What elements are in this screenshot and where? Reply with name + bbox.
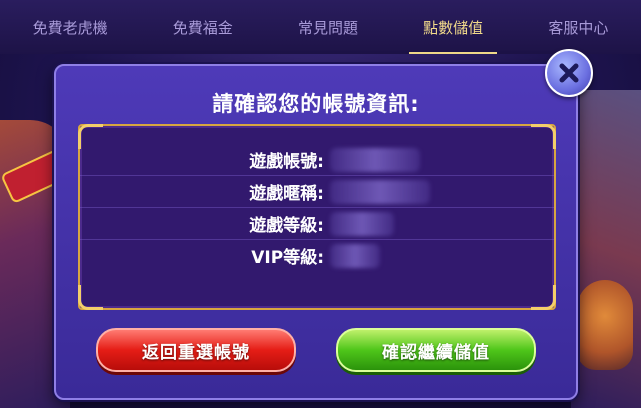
background-slot-art-right xyxy=(571,90,641,408)
nav-item-free-bonus[interactable]: 免費福金 xyxy=(167,9,239,46)
nav-item-support[interactable]: 客服中心 xyxy=(542,9,614,46)
account-info-panel: 遊戲帳號: 遊戲暱稱: 遊戲等級: VIP等級: xyxy=(78,124,556,310)
top-nav: 免費老虎機 免費福金 常見問題 點數儲值 客服中心 xyxy=(0,0,641,54)
field-row-nickname: 遊戲暱稱: xyxy=(80,175,554,207)
confirm-continue-topup-button[interactable]: 確認繼續儲值 xyxy=(336,328,536,372)
field-value-level-blurred xyxy=(330,211,394,236)
field-label-account: 遊戲帳號: xyxy=(249,152,324,172)
field-label-nickname: 遊戲暱稱: xyxy=(249,184,324,204)
dialog-title: 請確認您的帳號資訊: xyxy=(212,92,420,116)
field-value-account-blurred xyxy=(330,147,420,172)
back-reselect-account-button[interactable]: 返回重選帳號 xyxy=(96,328,296,372)
field-value-vip-blurred xyxy=(330,243,380,268)
field-row-level: 遊戲等級: xyxy=(80,207,554,239)
account-fields: 遊戲帳號: 遊戲暱稱: 遊戲等級: VIP等級: xyxy=(80,144,554,271)
cat-character-art xyxy=(577,280,633,370)
field-label-vip: VIP等級: xyxy=(251,248,324,268)
field-row-vip: VIP等級: xyxy=(80,239,554,271)
close-icon xyxy=(559,63,579,83)
account-confirm-dialog: 請確認您的帳號資訊: 遊戲帳號: 遊戲暱稱: 遊戲等級: VIP等級: 返回重選… xyxy=(54,64,578,400)
ornament-corner xyxy=(531,285,556,310)
field-row-account: 遊戲帳號: xyxy=(80,144,554,175)
field-value-nickname-blurred xyxy=(330,179,430,204)
nav-item-free-slots[interactable]: 免費老虎機 xyxy=(27,9,114,46)
close-button[interactable] xyxy=(545,49,593,97)
nav-item-faq[interactable]: 常見問題 xyxy=(292,9,364,46)
ornament-corner xyxy=(78,285,103,310)
field-label-level: 遊戲等級: xyxy=(249,216,324,236)
nav-item-top-up[interactable]: 點數儲值 xyxy=(409,9,498,54)
